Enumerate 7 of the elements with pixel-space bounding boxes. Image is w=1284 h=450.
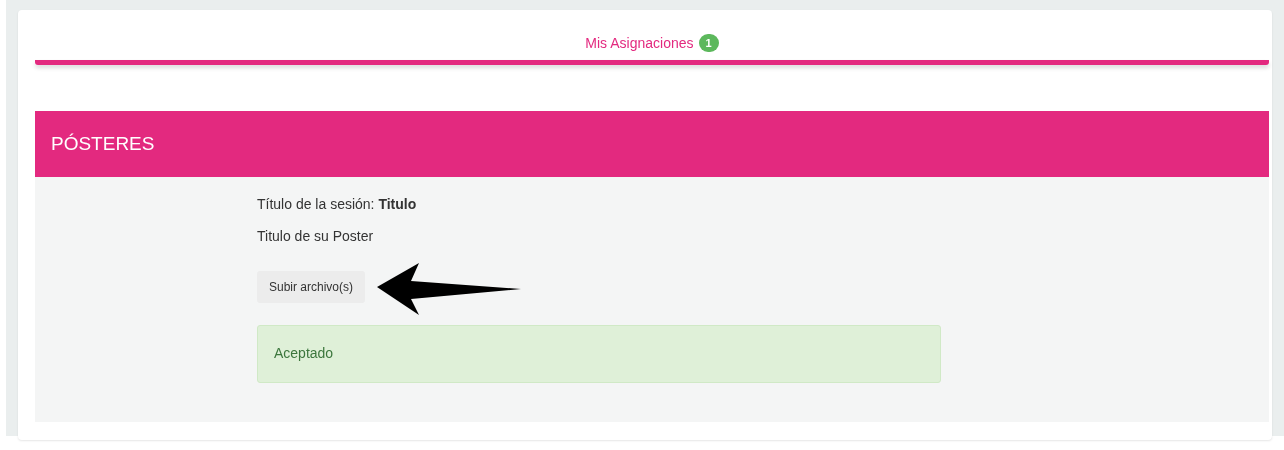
upload-button[interactable]: Subir archivo(s) bbox=[257, 271, 366, 303]
count-badge: 1 bbox=[698, 34, 719, 52]
panel-title: PÓSTERES bbox=[51, 133, 155, 155]
poster-title: Titulo de su Poster bbox=[257, 227, 375, 245]
status-alert: Aceptado bbox=[257, 325, 941, 383]
session-title: Título de la sesión: Titulo bbox=[257, 195, 418, 213]
tab[interactable]: Mis Asignaciones 1 bbox=[585, 34, 719, 52]
